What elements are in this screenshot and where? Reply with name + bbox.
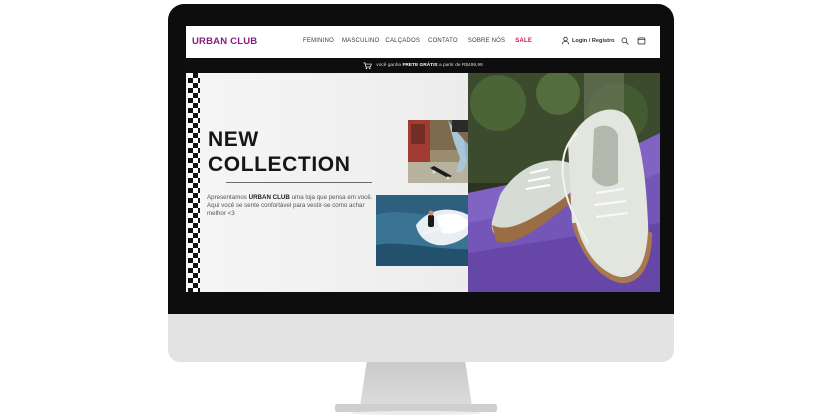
hero-title-line-1: NEW [208, 128, 259, 151]
screen: URBAN CLUB FEMININO MASCULINO CALÇADOS C… [186, 26, 660, 292]
hero-left-panel: NEW COLLECTION Apresentamos URBAN CLUB u… [186, 73, 509, 292]
checker-pattern [188, 73, 200, 292]
nav-item-contato[interactable]: CONTATO [428, 38, 458, 44]
nav-item-masculino[interactable]: MASCULINO [342, 38, 379, 44]
free-shipping-text: você ganha FRETE GRÁTIS a partir de R$49… [376, 63, 483, 68]
hero-title: NEW COLLECTION [208, 127, 351, 177]
hero-description: Apresentamos URBAN CLUB uma loja que pen… [207, 194, 373, 217]
search-icon[interactable] [621, 37, 629, 45]
login-register-link[interactable]: Login / Registro [572, 38, 615, 44]
brand-logo[interactable]: URBAN CLUB [192, 36, 257, 47]
nav-item-sobre-nos[interactable]: SOBRE NÓS [468, 38, 505, 44]
hero-divider [226, 182, 372, 183]
nav-links: FEMININO MASCULINO CALÇADOS CONTATO SOBR… [303, 38, 532, 44]
user-icon[interactable] [561, 36, 570, 45]
nav-item-sale[interactable]: SALE [515, 38, 532, 44]
free-shipping-bar: você ganha FRETE GRÁTIS a partir de R$49… [186, 58, 660, 73]
nav-actions: Login / Registro [561, 36, 646, 45]
sneakers-photo[interactable] [468, 73, 660, 292]
navbar: URBAN CLUB FEMININO MASCULINO CALÇADOS C… [186, 26, 660, 58]
hero-banner: NEW COLLECTION Apresentamos URBAN CLUB u… [186, 73, 660, 292]
nav-item-feminino[interactable]: FEMININO [303, 38, 334, 44]
monitor-chin [168, 314, 674, 362]
monitor-foot-shadow [350, 411, 482, 415]
truck-icon [363, 62, 373, 70]
nav-item-calcados[interactable]: CALÇADOS [385, 38, 420, 44]
monitor-stand-neck [360, 362, 472, 406]
cart-icon[interactable] [637, 36, 646, 45]
hero-title-line-2: COLLECTION [208, 153, 351, 176]
